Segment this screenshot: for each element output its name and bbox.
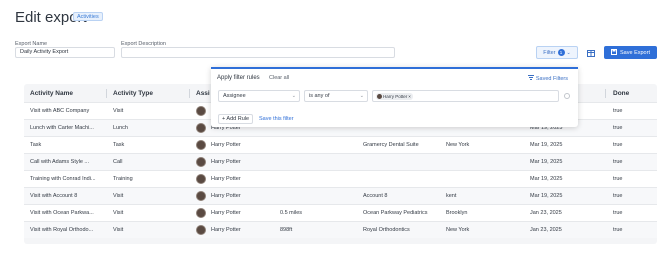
add-rule-button[interactable]: + Add Rule [218,114,254,124]
rule-field-value: Assignee [223,93,246,99]
cell-date: Mar 19, 2025 [530,159,563,165]
cell-date: Mar 19, 2025 [530,142,563,148]
cell-type: Visit [113,227,124,233]
column-done[interactable]: Done [613,90,629,97]
column-toggle-button[interactable] [584,46,598,59]
avatar [196,191,206,201]
value-chip-label: Harry Potter [383,94,408,99]
cell-date: Mar 19, 2025 [530,193,563,199]
column-activity-type[interactable]: Activity Type [113,90,153,97]
cell-city: Brooklyn [446,210,468,216]
cell-done: true [613,227,623,233]
cell-account: Ocean Parkway Pediatrics [363,210,428,216]
cell-name: Visit with ABC Company [30,108,90,114]
cell-account: Gramercy Dental Suite [363,142,419,148]
cell-name: Task [30,142,42,148]
export-description-input[interactable] [121,47,395,58]
cell-name: Training with Conrad Indi... [30,176,96,182]
column-assignee[interactable]: Assi [196,90,210,97]
cell-account: Royal Orthodontics [363,227,410,233]
save-export-label: Save Export [620,49,650,56]
cell-done: true [613,210,623,216]
cell-assignee: Harry Potter [211,210,241,216]
avatar [377,94,382,99]
cell-name: Call with Adams Style ... [30,159,89,165]
cell-assignee: Harry Potter [211,159,241,165]
avatar [196,123,206,133]
cell-done: true [613,142,623,148]
rule-operator-select[interactable]: is any of ⌄ [304,90,368,102]
saved-filters-icon [527,75,534,82]
rule-operator-value: is any of [309,93,330,99]
clear-all-link[interactable]: Clear all [269,75,289,81]
filter-popover-title: Apply filter rules [217,75,260,81]
table-row[interactable]: Training with Conrad Indi... Training Harr… [24,170,657,187]
chevron-down-icon: ⌄ [359,93,364,99]
remove-circle-icon[interactable] [564,93,570,99]
avatar [196,140,206,150]
chevron-down-icon: ⌄ [566,49,571,56]
filter-count-badge: 1 [557,49,565,56]
close-icon[interactable]: × [408,93,411,100]
avatar [196,174,206,184]
cell-name: Visit with Ocean Parkwa... [30,210,94,216]
cell-name: Lunch with Carter Machi... [30,125,94,131]
cell-city: New York [446,142,470,148]
avatar [196,208,206,218]
cell-type: Training [113,176,133,182]
avatar [196,106,206,116]
columns-icon [587,44,595,62]
cell-date: Jan 23, 2025 [530,210,562,216]
save-icon [611,48,618,57]
filter-label: Filter [543,49,556,56]
cell-type: Task [113,142,125,148]
value-chip: Harry Potter × [376,93,413,100]
cell-done: true [613,176,623,182]
table-row[interactable]: Visit with Account 8 Visit Harry Potter Acc… [24,187,657,204]
entity-badge: Activities [73,12,103,21]
cell-type: Visit [113,210,124,216]
cell-done: true [613,159,623,165]
cell-assignee: Harry Potter [211,176,241,182]
cell-account: Account 8 [363,193,388,199]
cell-done: true [613,108,623,114]
column-separator [106,89,107,98]
cell-assignee: Harry Potter [211,193,241,199]
table-row[interactable]: Visit with Ocean Parkwa... Visit Harry Pot… [24,204,657,221]
cell-name: Visit with Royal Orthodo... [30,227,94,233]
column-separator [605,89,606,98]
cell-type: Visit [113,108,124,114]
column-activity-name[interactable]: Activity Name [30,90,73,97]
chevron-down-icon: ⌄ [291,93,296,99]
table-row[interactable]: Visit with Royal Orthodo... Visit Harry Po… [24,221,657,238]
save-export-button[interactable]: Save Export [604,46,657,59]
cell-name: Visit with Account 8 [30,193,78,199]
cell-city: kent [446,193,457,199]
cell-distance: 898ft [280,227,293,233]
cell-distance: 0.5 miles [280,210,303,216]
cell-done: true [613,193,623,199]
cell-type: Visit [113,193,124,199]
cell-type: Call [113,159,123,165]
filter-button[interactable]: Filter 1 ⌄ [536,46,578,59]
saved-filters-button[interactable]: Saved Filters [527,75,568,82]
save-filter-link[interactable]: Save this filter [259,116,294,122]
cell-type: Lunch [113,125,128,131]
cell-city: New York [446,227,470,233]
table-row[interactable]: Task Task Harry Potter Gramercy Dental Suit… [24,136,657,153]
avatar [196,225,206,235]
cell-assignee: Harry Potter [211,142,241,148]
cell-assignee: Harry Potter [211,227,241,233]
rule-value-input[interactable]: Harry Potter × [372,90,559,102]
avatar [196,157,206,167]
cell-date: Jan 23, 2025 [530,227,562,233]
table-row[interactable]: Call with Adams Style ... Call Harry Potte… [24,153,657,170]
cell-done: true [613,125,623,131]
export-name-input[interactable]: Daily Activity Export [15,47,115,58]
saved-filters-label: Saved Filters [535,75,568,82]
filter-popover: Apply filter rules Clear all Saved Filte… [211,67,578,127]
rule-field-select[interactable]: Assignee ⌄ [218,90,300,102]
column-separator [189,89,190,98]
cell-date: Mar 19, 2025 [530,176,563,182]
